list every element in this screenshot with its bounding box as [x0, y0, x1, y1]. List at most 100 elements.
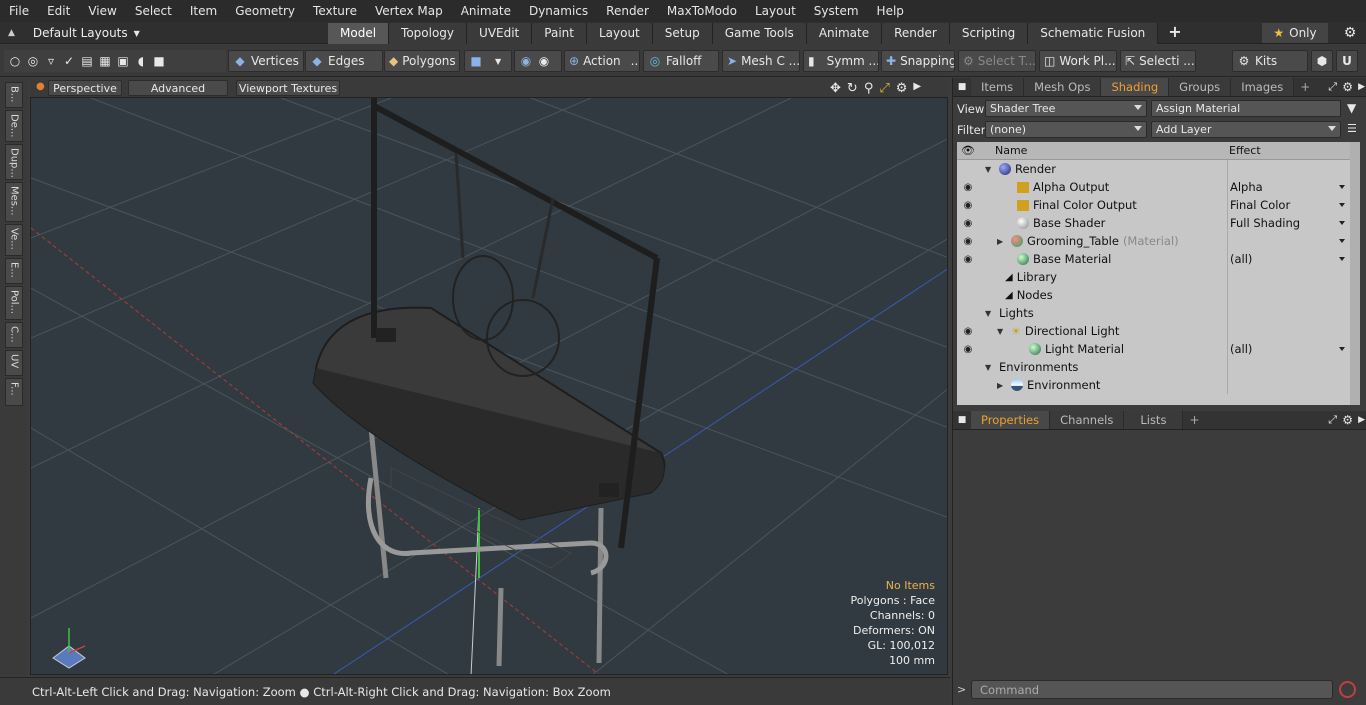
- menu-geometry[interactable]: Geometry: [226, 0, 304, 22]
- add-panel-tab-icon[interactable]: +: [1294, 80, 1316, 94]
- left-tab-deform[interactable]: De...: [5, 110, 23, 142]
- brush-icon[interactable]: ✓: [62, 54, 76, 68]
- move-view-icon[interactable]: ✥: [830, 81, 841, 96]
- advanced-button[interactable]: Advanced: [128, 80, 228, 96]
- left-tab-polygon[interactable]: Pol...: [5, 286, 23, 320]
- work-plane-button[interactable]: ◫ Work Pl...: [1039, 50, 1117, 72]
- align-icon[interactable]: ▤: [80, 54, 94, 68]
- menu-file[interactable]: File: [0, 0, 38, 22]
- tab-paint[interactable]: Paint: [532, 23, 587, 44]
- tab-render[interactable]: Render: [882, 23, 950, 44]
- item-mode-dropdown[interactable]: ■ ▼: [464, 50, 512, 72]
- selection-sets-button[interactable]: ⇱ Selecti ...: [1120, 50, 1196, 72]
- filter-select[interactable]: (none): [985, 121, 1147, 138]
- unreal-button[interactable]: U: [1336, 50, 1358, 72]
- eye-icon[interactable]: ◉: [960, 178, 976, 196]
- layouts-dropdown[interactable]: ▲ Default Layouts ▼: [8, 22, 140, 44]
- left-tab-fusion[interactable]: F...: [5, 378, 23, 406]
- command-input[interactable]: Command: [971, 680, 1333, 699]
- menu-help[interactable]: Help: [868, 0, 913, 22]
- eye-icon[interactable]: ◉: [960, 340, 976, 358]
- menu-item[interactable]: Item: [181, 0, 226, 22]
- light-material-effect[interactable]: (all): [1227, 340, 1349, 358]
- menu-dynamics[interactable]: Dynamics: [520, 0, 597, 22]
- viewport-settings-icon[interactable]: ⚙: [896, 81, 908, 96]
- rotate-view-icon[interactable]: ↻: [847, 81, 858, 96]
- expand-arrow-icon[interactable]: ▶: [997, 381, 1007, 390]
- panel-arrow-icon[interactable]: ▶: [1358, 415, 1365, 425]
- tree-row-lights[interactable]: ▼ Lights: [957, 304, 1350, 322]
- menu-texture[interactable]: Texture: [304, 0, 366, 22]
- tab-items[interactable]: Items: [971, 78, 1025, 96]
- symmetry-button[interactable]: ▮ Symm ...: [803, 50, 879, 72]
- collapse-arrow-icon[interactable]: ▼: [985, 165, 995, 174]
- tab-topology[interactable]: Topology: [389, 23, 468, 44]
- grid-icon[interactable]: ▦: [98, 54, 112, 68]
- tab-shading[interactable]: Shading: [1101, 78, 1170, 96]
- menu-layout[interactable]: Layout: [746, 0, 805, 22]
- tree-row-environments[interactable]: ▼ Environments: [957, 358, 1350, 376]
- left-tab-curve[interactable]: C...: [5, 322, 23, 348]
- edges-button[interactable]: ◆ Edges: [305, 50, 383, 72]
- maximize-panel-icon[interactable]: ⤢: [1328, 413, 1337, 427]
- grooming-table-effect[interactable]: [1227, 232, 1349, 250]
- cube-icon[interactable]: ■: [152, 54, 166, 68]
- 3d-viewport[interactable]: No Items Polygons : Face Channels: 0 Def…: [30, 97, 948, 675]
- fit-view-icon[interactable]: ⤢: [879, 81, 889, 96]
- menu-render[interactable]: Render: [597, 0, 658, 22]
- tree-row-final-color-output[interactable]: ◉ Final Color Output Final Color: [957, 196, 1350, 214]
- tab-properties[interactable]: Properties: [971, 411, 1051, 429]
- menu-vertex-map[interactable]: Vertex Map: [366, 0, 452, 22]
- gear-icon[interactable]: ⚙: [1340, 22, 1360, 44]
- falloff-button[interactable]: ◎ Falloff: [643, 50, 719, 72]
- left-tab-uv[interactable]: UV: [5, 350, 23, 376]
- eye-icon[interactable]: ◉: [960, 232, 976, 250]
- box-icon[interactable]: ▣: [116, 54, 130, 68]
- collapse-arrow-icon[interactable]: ▼: [997, 327, 1007, 336]
- tab-images[interactable]: Images: [1231, 78, 1295, 96]
- left-tab-edge[interactable]: E...: [5, 258, 23, 284]
- alpha-output-effect[interactable]: Alpha: [1227, 178, 1349, 196]
- view-select[interactable]: Shader Tree: [985, 100, 1147, 117]
- material-mode-tools[interactable]: ◉ ◉: [514, 50, 562, 72]
- polygons-button[interactable]: ◆ Polygons: [384, 50, 460, 72]
- panel-settings-icon[interactable]: ⚙: [1342, 413, 1353, 427]
- filter-icon[interactable]: ▼: [1347, 101, 1356, 115]
- perspective-button[interactable]: Perspective: [48, 80, 122, 96]
- name-column-header[interactable]: Name: [995, 144, 1227, 157]
- left-tab-basic[interactable]: B...: [5, 82, 23, 108]
- eye-icon[interactable]: ◉: [960, 250, 976, 268]
- action-button[interactable]: ⊕ Action ...: [564, 50, 640, 72]
- snapping-button[interactable]: ✚ Snapping: [881, 50, 955, 72]
- expand-arrow-icon[interactable]: ▶: [997, 237, 1007, 246]
- globe-icon[interactable]: ◎: [26, 54, 40, 68]
- add-panel-tab-icon[interactable]: +: [1183, 413, 1205, 427]
- eye-icon[interactable]: ◉: [960, 214, 976, 232]
- assign-material-button[interactable]: Assign Material: [1151, 100, 1341, 117]
- vertices-button[interactable]: ◆ Vertices: [228, 50, 304, 72]
- tab-animate[interactable]: Animate: [806, 23, 883, 44]
- maximize-panel-icon[interactable]: ⤢: [1328, 80, 1337, 94]
- effect-column-header[interactable]: Effect: [1229, 144, 1261, 157]
- viewport-textures-button[interactable]: Viewport Textures: [236, 80, 340, 96]
- menu-view[interactable]: View: [79, 0, 125, 22]
- tree-row-light-material[interactable]: ◉ Light Material (all): [957, 340, 1350, 358]
- tab-model[interactable]: Model: [328, 23, 390, 44]
- left-tab-vertex[interactable]: Ve...: [5, 224, 23, 256]
- eye-icon[interactable]: ◉: [960, 322, 976, 340]
- tab-mesh-ops[interactable]: Mesh Ops: [1024, 78, 1102, 96]
- tab-uvedit[interactable]: UVEdit: [467, 23, 533, 44]
- collapse-arrow-icon[interactable]: ▼: [985, 309, 995, 318]
- tab-layout[interactable]: Layout: [586, 23, 653, 44]
- shader-tree-scrollbar[interactable]: [1350, 142, 1360, 405]
- tree-row-nodes[interactable]: ◢ Nodes: [957, 286, 1350, 304]
- base-material-effect[interactable]: (all): [1227, 250, 1349, 268]
- zoom-view-icon[interactable]: ⚲: [864, 81, 874, 96]
- tree-row-alpha-output[interactable]: ◉ Alpha Output Alpha: [957, 178, 1350, 196]
- expand-arrow-icon[interactable]: ▶: [913, 81, 921, 96]
- tree-row-base-shader[interactable]: ◉ Base Shader Full Shading: [957, 214, 1350, 232]
- tab-game-tools[interactable]: Game Tools: [712, 23, 807, 44]
- tab-channels[interactable]: Channels: [1050, 411, 1125, 429]
- tree-row-directional-light[interactable]: ◉ ▼ ☀ Directional Light: [957, 322, 1350, 340]
- tree-row-render[interactable]: ▼ Render: [957, 160, 1350, 178]
